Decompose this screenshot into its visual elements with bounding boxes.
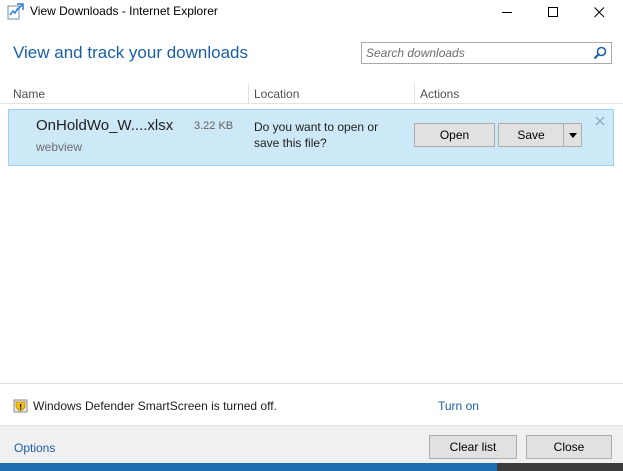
column-header-name[interactable]: Name: [13, 83, 45, 104]
file-name: OnHoldWo_W....xlsx: [36, 117, 174, 134]
open-button[interactable]: Open: [414, 123, 495, 147]
save-options-button[interactable]: [563, 123, 582, 147]
chevron-down-icon: [568, 132, 577, 138]
column-divider: [248, 83, 249, 104]
minimize-button[interactable]: [484, 0, 530, 24]
page-title: View and track your downloads: [13, 43, 248, 62]
minimize-icon: [501, 11, 512, 13]
window-title: View Downloads - Internet Explorer: [30, 4, 218, 18]
column-header-actions[interactable]: Actions: [420, 83, 459, 104]
smartscreen-warning-icon: [13, 398, 29, 414]
column-header-row: Name Location Actions: [0, 83, 623, 104]
file-size: 3.22 KB: [194, 120, 234, 132]
ie-downloads-icon: [7, 3, 25, 20]
maximize-icon: [547, 6, 558, 17]
dismiss-download-button[interactable]: [595, 113, 607, 126]
search-input[interactable]: [366, 45, 591, 61]
options-link[interactable]: Options: [14, 441, 55, 455]
turn-on-link[interactable]: Turn on: [438, 399, 479, 413]
search-box[interactable]: [361, 42, 612, 64]
dismiss-icon: [595, 116, 605, 126]
download-prompt: Do you want to open or save this file?: [254, 120, 379, 150]
search-icon[interactable]: [593, 46, 607, 60]
column-divider: [414, 83, 415, 104]
title-bar: View Downloads - Internet Explorer: [0, 0, 623, 24]
taskbar-strip-dark: [497, 463, 623, 471]
close-button[interactable]: Close: [526, 435, 612, 459]
maximize-button[interactable]: [530, 0, 576, 24]
clear-list-button[interactable]: Clear list: [429, 435, 517, 459]
download-item[interactable]: OnHoldWo_W....xlsx 3.22 KB webview Do yo…: [8, 109, 614, 166]
column-header-location[interactable]: Location: [254, 83, 299, 104]
close-icon: [593, 6, 604, 17]
file-source: webview: [36, 140, 83, 154]
footer-divider: [0, 383, 623, 384]
window-close-button[interactable]: [576, 0, 622, 24]
smartscreen-status: Windows Defender SmartScreen is turned o…: [33, 399, 277, 413]
save-button[interactable]: Save: [498, 123, 564, 147]
